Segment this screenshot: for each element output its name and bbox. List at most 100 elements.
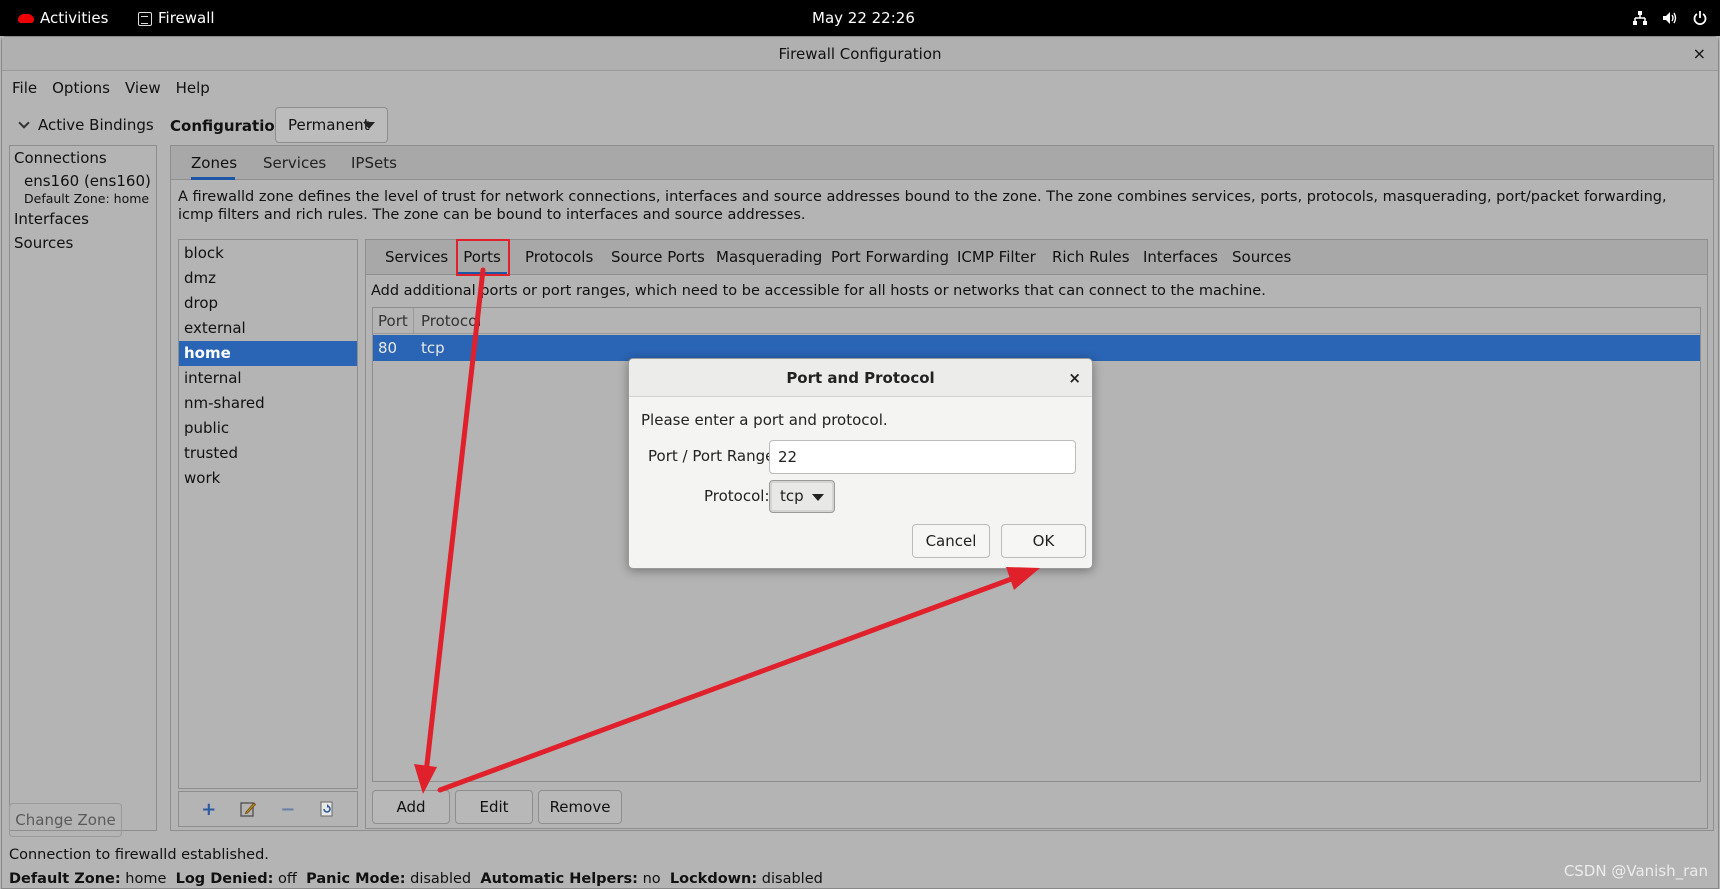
status-bar: Default Zone: home Log Denied: off Panic… — [9, 871, 823, 887]
firewall-app-icon — [138, 11, 152, 26]
subtab-masquerading[interactable]: Masquerading — [716, 240, 822, 275]
port-protocol-dialog: Port and Protocol × Please enter a port … — [628, 358, 1093, 569]
network-icon — [1633, 11, 1647, 25]
column-header-protocol[interactable]: Protocol — [421, 308, 481, 334]
zone-item-work[interactable]: work — [179, 466, 357, 491]
load-defaults-icon[interactable] — [318, 800, 336, 818]
subtab-source-ports[interactable]: Source Ports — [611, 240, 705, 275]
port-range-label: Port / Port Range: — [648, 447, 780, 465]
dialog-title: Port and Protocol — [786, 369, 935, 387]
connection-item[interactable]: ens160 (ens160) — [24, 172, 151, 190]
dialog-titlebar: Port and Protocol × — [629, 359, 1092, 397]
dialog-prompt: Please enter a port and protocol. — [641, 411, 888, 429]
dialog-close-icon[interactable]: × — [1068, 359, 1081, 397]
menu-bar: File Options View Help — [2, 72, 1718, 104]
cell-protocol: tcp — [421, 339, 445, 357]
protocol-select[interactable]: tcp — [769, 480, 835, 513]
top-bar: Activities Firewall May 22 22:26 — [0, 0, 1720, 36]
menu-view[interactable]: View — [123, 72, 168, 104]
ports-description: Add additional ports or port ranges, whi… — [371, 283, 1266, 299]
status-log-denied-value: off — [278, 871, 297, 887]
active-bindings-label: Active Bindings — [38, 116, 154, 134]
cancel-button[interactable]: Cancel — [912, 524, 990, 558]
zone-item-trusted[interactable]: trusted — [179, 441, 357, 466]
status-default-zone-value: home — [125, 871, 167, 887]
edit-zone-icon[interactable] — [239, 800, 257, 818]
activities-label: Activities — [40, 9, 109, 27]
menu-file[interactable]: File — [10, 72, 44, 104]
zone-item-public[interactable]: public — [179, 416, 357, 441]
connections-heading[interactable]: Connections — [14, 149, 107, 167]
configuration-value: Permanent — [288, 116, 370, 134]
zone-item-drop[interactable]: drop — [179, 291, 357, 316]
zone-item-dmz[interactable]: dmz — [179, 266, 357, 291]
connection-status: Connection to firewalld established. — [9, 847, 269, 863]
zone-item-external[interactable]: external — [179, 316, 357, 341]
dropdown-arrow-icon — [812, 494, 824, 501]
status-lockdown-label: Lockdown: — [669, 871, 758, 887]
window-title: Firewall Configuration — [778, 45, 942, 63]
configuration-select[interactable]: Permanent — [275, 107, 388, 143]
tab-zones[interactable]: Zones — [191, 146, 237, 180]
remove-port-button[interactable]: Remove — [538, 790, 622, 824]
active-bindings-panel: Connections ens160 (ens160) Default Zone… — [9, 145, 157, 831]
window-titlebar: Firewall Configuration × — [2, 37, 1718, 71]
add-port-button[interactable]: Add — [372, 790, 450, 824]
protocol-value: tcp — [780, 487, 804, 505]
status-default-zone-label: Default Zone: — [9, 871, 121, 887]
subtab-services[interactable]: Services — [385, 240, 448, 275]
status-lockdown-value: disabled — [761, 871, 823, 887]
change-zone-button[interactable]: Change Zone — [9, 803, 122, 837]
zone-item-internal[interactable]: internal — [179, 366, 357, 391]
cell-port: 80 — [378, 339, 398, 357]
zone-sub-tab-bar: Services Ports Protocols Source Ports Ma… — [366, 239, 1707, 276]
remove-zone-icon[interactable]: − — [279, 799, 297, 820]
zone-item-block[interactable]: block — [179, 241, 357, 266]
volume-icon — [1663, 12, 1677, 24]
app-menu[interactable]: Firewall — [138, 0, 215, 36]
zone-description: A firewalld zone defines the level of tr… — [178, 189, 1667, 223]
system-tray[interactable] — [1632, 0, 1708, 36]
subtab-icmp-filter[interactable]: ICMP Filter — [957, 240, 1036, 275]
window-close-icon[interactable]: × — [1693, 37, 1706, 71]
subtab-interfaces[interactable]: Interfaces — [1143, 240, 1218, 275]
protocol-label: Protocol: — [704, 487, 770, 505]
tab-services[interactable]: Services — [263, 146, 326, 180]
status-panic-value: disabled — [410, 871, 472, 887]
column-header-port[interactable]: Port — [378, 308, 414, 334]
chevron-down-icon — [18, 117, 30, 129]
watermark: CSDN @Vanish_ran — [1563, 862, 1708, 880]
clock[interactable]: May 22 22:26 — [812, 0, 915, 36]
zone-list[interactable]: block dmz drop external home internal nm… — [178, 239, 358, 789]
zone-item-home[interactable]: home — [179, 341, 357, 366]
subtab-rich-rules[interactable]: Rich Rules — [1052, 240, 1130, 275]
power-icon — [1693, 11, 1707, 25]
connection-default-zone: Default Zone: home — [24, 191, 150, 206]
status-helpers-label: Automatic Helpers: — [480, 871, 638, 887]
top-tab-bar: Zones Services IPSets — [171, 146, 1713, 180]
menu-options[interactable]: Options — [50, 72, 117, 104]
active-bindings-toggle[interactable]: Active Bindings — [18, 113, 154, 137]
status-panic-label: Panic Mode: — [306, 871, 406, 887]
activities-button[interactable]: Activities — [18, 0, 108, 36]
zone-toolbar: + − — [178, 791, 358, 827]
status-log-denied-label: Log Denied: — [175, 871, 274, 887]
sources-heading[interactable]: Sources — [14, 234, 73, 252]
subtab-port-forwarding[interactable]: Port Forwarding — [831, 240, 949, 275]
tab-ipsets[interactable]: IPSets — [351, 146, 397, 180]
ok-button[interactable]: OK — [1001, 524, 1086, 558]
menu-help[interactable]: Help — [174, 72, 217, 104]
interfaces-heading[interactable]: Interfaces — [14, 210, 89, 228]
zone-item-nm-shared[interactable]: nm-shared — [179, 391, 357, 416]
dropdown-arrow-icon — [363, 122, 375, 129]
ports-tab-highlight-box — [456, 239, 510, 276]
app-name-label: Firewall — [158, 9, 215, 27]
edit-port-button[interactable]: Edit — [455, 790, 533, 824]
configuration-label: Configuration: — [170, 117, 292, 135]
subtab-protocols[interactable]: Protocols — [525, 240, 593, 275]
subtab-sources[interactable]: Sources — [1232, 240, 1291, 275]
redhat-icon — [18, 14, 34, 23]
add-zone-icon[interactable]: + — [200, 799, 218, 820]
port-range-input[interactable]: 22 — [769, 440, 1076, 474]
status-helpers-value: no — [642, 871, 661, 887]
